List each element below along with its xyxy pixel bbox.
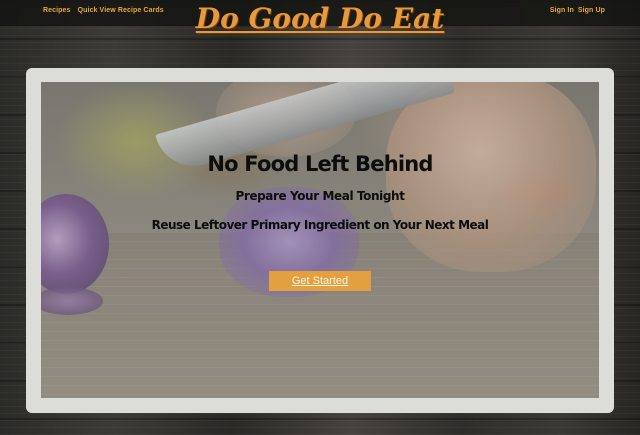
navbar: Recipes Quick View Recipe Cards Do Good … <box>0 0 640 35</box>
hero-title: No Food Left Behind <box>207 152 433 176</box>
photo-overlay <box>41 82 599 398</box>
nav-link-sign-in[interactable]: Sign In <box>550 7 574 14</box>
nav-right: Sign In Sign Up <box>550 7 605 14</box>
hero-description: Reuse Leftover Primary Ingredient on You… <box>151 218 489 232</box>
hero-background-photo: No Food Left Behind Prepare Your Meal To… <box>41 82 599 398</box>
get-started-button[interactable]: Get Started <box>269 271 371 291</box>
hero-card: No Food Left Behind Prepare Your Meal To… <box>26 68 614 413</box>
nav-link-sign-up[interactable]: Sign Up <box>578 7 605 14</box>
brand-logo[interactable]: Do Good Do Eat <box>0 0 640 38</box>
hero-subtitle: Prepare Your Meal Tonight <box>235 189 405 203</box>
